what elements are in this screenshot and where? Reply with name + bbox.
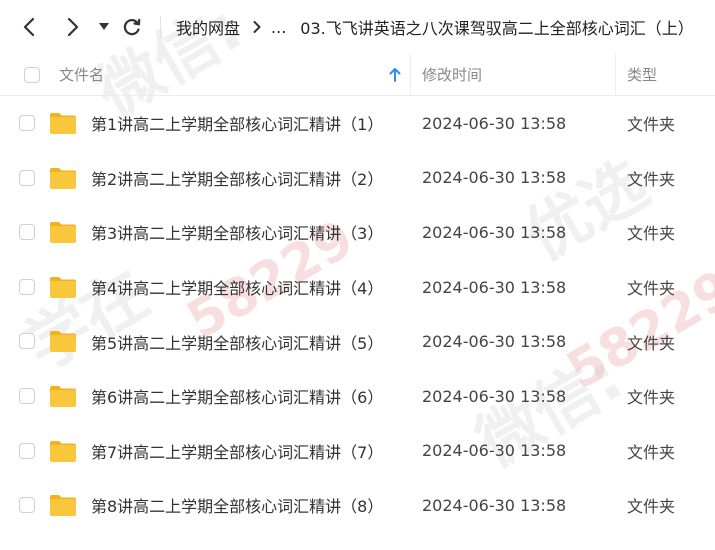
column-header-name[interactable]: 文件名 bbox=[59, 54, 104, 95]
folder-icon bbox=[50, 331, 76, 353]
file-modified-time: 2024-06-30 13:58 bbox=[422, 441, 567, 461]
file-name[interactable]: 第2讲高二上学期全部核心词汇精讲（2） bbox=[91, 151, 383, 206]
file-type: 文件夹 bbox=[627, 224, 676, 244]
table-row[interactable]: 第7讲高二上学期全部核心词汇精讲（7） 2024-06-30 13:58 文件夹 bbox=[0, 424, 715, 479]
row-checkbox[interactable] bbox=[19, 115, 35, 131]
file-name[interactable]: 第7讲高二上学期全部核心词汇精讲（7） bbox=[91, 424, 383, 479]
row-checkbox[interactable] bbox=[19, 442, 35, 459]
file-name[interactable]: 第3讲高二上学期全部核心词汇精讲（3） bbox=[91, 205, 383, 260]
refresh-icon bbox=[123, 18, 141, 36]
file-list-header: 文件名 修改时间 类型 bbox=[0, 54, 715, 96]
file-modified-time: 2024-06-30 13:58 bbox=[422, 168, 567, 188]
row-checkbox[interactable] bbox=[19, 278, 35, 295]
row-checkbox[interactable] bbox=[19, 169, 35, 186]
file-modified-time: 2024-06-30 13:58 bbox=[422, 113, 567, 133]
row-checkbox[interactable] bbox=[19, 333, 35, 350]
breadcrumb-ellipsis[interactable]: ... bbox=[271, 18, 286, 37]
history-dropdown-button[interactable] bbox=[97, 20, 111, 34]
refresh-button[interactable] bbox=[120, 15, 144, 39]
file-type: 文件夹 bbox=[627, 442, 676, 462]
chevron-left-icon bbox=[23, 17, 35, 37]
breadcrumb-root[interactable]: 我的网盘 bbox=[176, 15, 240, 39]
file-modified-time: 2024-06-30 13:58 bbox=[422, 332, 567, 352]
column-header-modified[interactable]: 修改时间 bbox=[422, 54, 482, 95]
forward-button[interactable] bbox=[62, 15, 84, 39]
file-type: 文件夹 bbox=[627, 497, 676, 517]
select-all-cell bbox=[24, 54, 40, 95]
table-row[interactable]: 第2讲高二上学期全部核心词汇精讲（2） 2024-06-30 13:58 文件夹 bbox=[0, 151, 715, 206]
file-type: 文件夹 bbox=[627, 169, 676, 189]
toolbar-divider bbox=[160, 16, 161, 38]
table-row[interactable]: 第5讲高二上学期全部核心词汇精讲（5） 2024-06-30 13:58 文件夹 bbox=[0, 314, 715, 369]
file-type: 文件夹 bbox=[627, 115, 676, 135]
breadcrumb: 我的网盘 ... 03.飞飞讲英语之八次课驾驭高二上全部核心词汇（上） bbox=[176, 0, 715, 54]
folder-icon bbox=[50, 386, 76, 407]
select-all-checkbox[interactable] bbox=[24, 66, 40, 83]
file-name[interactable]: 第8讲高二上学期全部核心词汇精讲（8） bbox=[91, 478, 383, 533]
caret-down-icon bbox=[99, 23, 109, 30]
folder-icon bbox=[50, 440, 76, 462]
sort-ascending-icon[interactable] bbox=[389, 54, 401, 95]
column-divider bbox=[410, 54, 411, 95]
arrow-up-icon bbox=[389, 67, 401, 82]
table-row[interactable]: 第6讲高二上学期全部核心词汇精讲（6） 2024-06-30 13:58 文件夹 bbox=[0, 369, 715, 424]
file-modified-time: 2024-06-30 13:58 bbox=[422, 495, 567, 515]
breadcrumb-current[interactable]: 03.飞飞讲英语之八次课驾驭高二上全部核心词汇（上） bbox=[300, 15, 693, 39]
file-modified-time: 2024-06-30 13:58 bbox=[422, 222, 567, 242]
breadcrumb-separator-icon bbox=[253, 21, 261, 33]
file-name[interactable]: 第6讲高二上学期全部核心词汇精讲（6） bbox=[91, 369, 383, 424]
file-type: 文件夹 bbox=[627, 333, 676, 353]
folder-icon bbox=[50, 222, 76, 244]
chevron-right-icon bbox=[67, 17, 79, 37]
row-checkbox[interactable] bbox=[19, 224, 35, 241]
folder-icon bbox=[50, 495, 76, 517]
table-row[interactable]: 第8讲高二上学期全部核心词汇精讲（8） 2024-06-30 13:58 文件夹 bbox=[0, 478, 715, 533]
file-modified-time: 2024-06-30 13:58 bbox=[422, 277, 567, 297]
back-button[interactable] bbox=[18, 15, 40, 39]
file-modified-time: 2024-06-30 13:58 bbox=[422, 386, 567, 406]
column-header-type[interactable]: 类型 bbox=[627, 54, 657, 95]
row-checkbox[interactable] bbox=[19, 497, 35, 514]
table-row[interactable]: 第3讲高二上学期全部核心词汇精讲（3） 2024-06-30 13:58 文件夹 bbox=[0, 205, 715, 260]
file-type: 文件夹 bbox=[627, 388, 676, 408]
navigation-toolbar: 我的网盘 ... 03.飞飞讲英语之八次课驾驭高二上全部核心词汇（上） bbox=[0, 0, 715, 54]
table-row[interactable]: 第4讲高二上学期全部核心词汇精讲（4） 2024-06-30 13:58 文件夹 bbox=[0, 260, 715, 315]
folder-icon bbox=[50, 276, 76, 298]
folder-icon bbox=[50, 113, 76, 134]
table-row[interactable]: 第1讲高二上学期全部核心词汇精讲（1） 2024-06-30 13:58 文件夹 bbox=[0, 96, 715, 151]
file-name[interactable]: 第4讲高二上学期全部核心词汇精讲（4） bbox=[91, 260, 383, 315]
file-name[interactable]: 第5讲高二上学期全部核心词汇精讲（5） bbox=[91, 314, 383, 369]
row-checkbox[interactable] bbox=[19, 388, 35, 404]
file-name[interactable]: 第1讲高二上学期全部核心词汇精讲（1） bbox=[91, 96, 383, 151]
file-type: 文件夹 bbox=[627, 279, 676, 299]
folder-icon bbox=[50, 167, 76, 189]
column-divider bbox=[615, 54, 616, 95]
